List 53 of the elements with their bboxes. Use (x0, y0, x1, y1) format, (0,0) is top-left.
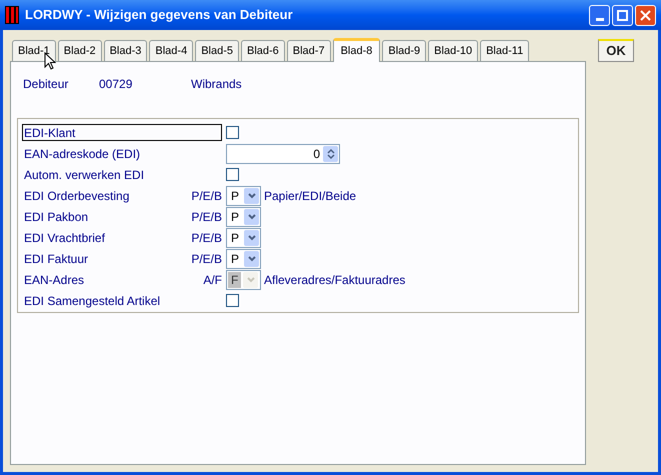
minimize-button[interactable] (589, 4, 610, 26)
minimize-icon (596, 18, 604, 20)
option-hint: Papier/EDI/Beide (264, 188, 356, 204)
dropdown[interactable]: P (226, 206, 261, 226)
caret-icon (248, 256, 256, 262)
maximize-icon (617, 10, 628, 20)
code-label: P/E/B (191, 230, 222, 246)
tab[interactable]: Blad-2 (58, 40, 102, 61)
caret-icon (248, 234, 256, 240)
tab[interactable]: Blad-4 (149, 40, 194, 61)
option-hint: Afleveradres/Faktuuradres (264, 272, 406, 288)
ok-button[interactable]: OK (598, 39, 634, 62)
field-label: EDI Faktuur (23, 250, 88, 268)
caret-icon (248, 192, 256, 198)
tab[interactable]: Blad-6 (240, 40, 285, 61)
checkbox[interactable] (226, 126, 239, 139)
debiteur-label: Debiteur (23, 76, 70, 93)
dropdown[interactable]: P (226, 248, 261, 268)
field-label: Autom. verwerken EDI (23, 166, 144, 184)
code-label: P/E/B (191, 208, 222, 226)
maximize-button[interactable] (612, 4, 633, 26)
dropdown[interactable]: P (226, 228, 261, 248)
field-label: EAN-Adres (23, 272, 84, 288)
close-button[interactable] (635, 4, 656, 26)
tab[interactable]: Blad-9 (382, 40, 426, 61)
code-label: A/F (203, 272, 222, 288)
field-label: EDI Vrachtbrief (23, 230, 105, 246)
dropdown[interactable]: P (226, 186, 261, 206)
caret-icon (248, 214, 256, 220)
spinner-arrows-icon[interactable] (323, 146, 338, 162)
debiteur-name: Wibrands (191, 76, 242, 93)
tab[interactable]: Blad-8 (332, 38, 380, 62)
tab[interactable]: Blad-11 (480, 40, 530, 61)
field-label: EDI-Klant (22, 124, 222, 141)
tab[interactable]: Blad-7 (286, 40, 331, 61)
code-label: P/E/B (191, 188, 222, 204)
tab[interactable]: Blad-10 (428, 40, 478, 61)
tab[interactable]: Blad-5 (195, 40, 239, 61)
app-icon (5, 6, 19, 24)
field-label: EDI Samengesteld Artikel (23, 292, 160, 310)
window-title: LORDWY - Wijzigen gegevens van Debiteur (25, 6, 294, 24)
field-label: EDI Orderbevesting (23, 188, 130, 204)
field-label: EAN-adreskode (EDI) (23, 146, 140, 162)
checkbox[interactable] (226, 168, 239, 181)
checkbox[interactable] (226, 294, 239, 307)
code-label: P/E/B (191, 250, 222, 268)
tab[interactable]: Blad-3 (104, 40, 148, 61)
close-icon (640, 10, 651, 20)
field-label: EDI Pakbon (23, 208, 88, 226)
debiteur-number: 00729 (99, 76, 134, 93)
number-field[interactable]: 0 (226, 144, 340, 164)
caret-icon (246, 276, 255, 282)
tab[interactable]: Blad-1 (12, 40, 56, 61)
